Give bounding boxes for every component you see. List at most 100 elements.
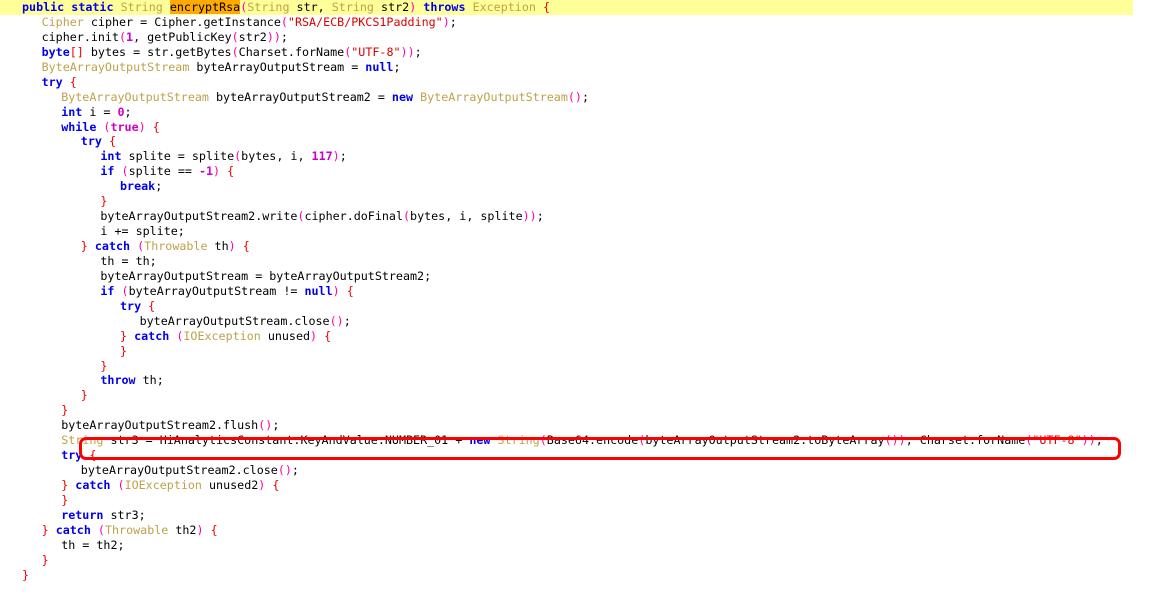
code-line[interactable]: throw th; [0, 373, 1155, 388]
code-line[interactable]: byteArrayOutputStream2.flush(); [0, 418, 1155, 433]
code-line[interactable]: byteArrayOutputStream2.close(); [0, 463, 1155, 478]
code-line[interactable]: ByteArrayOutputStream byteArrayOutputStr… [0, 90, 1155, 105]
code-line[interactable]: cipher.init(1, getPublicKey(str2)); [0, 30, 1155, 45]
code-token: ; [124, 104, 132, 119]
code-token: throws [423, 0, 466, 14]
code-line[interactable]: int i = 0; [0, 105, 1155, 120]
code-token: byteArrayOutputStream.close [139, 313, 330, 328]
code-token: "RSA/ECB/PKCS1Padding" [287, 14, 443, 29]
code-editor-view[interactable]: public static String encryptRsa(String s… [0, 0, 1155, 600]
code-line[interactable]: Cipher cipher = Cipher.getInstance("RSA/… [0, 15, 1155, 30]
code-token: ; [339, 149, 347, 164]
code-line[interactable]: try { [0, 134, 1155, 149]
code-token: ) [574, 89, 582, 104]
code-line[interactable]: try { [0, 448, 1155, 463]
code-token: ) [138, 119, 146, 134]
code-line[interactable]: byteArrayOutputStream = byteArrayOutputS… [0, 269, 1155, 284]
code-token: null [304, 283, 333, 298]
code-token: th = th2; [61, 537, 125, 552]
code-token: str3 = HiAnalyticsConstant.KeyAndValue.N… [103, 433, 470, 448]
code-line[interactable]: while (true) { [0, 120, 1155, 135]
code-token: str3; [103, 507, 146, 522]
code-token: ; [1095, 433, 1103, 448]
code-token: } [80, 239, 88, 253]
code-token: byteArrayOutputStream = [189, 59, 366, 74]
code-token: byteArrayOutputStream2 = [208, 89, 392, 104]
code-token: unused2 [201, 478, 259, 492]
code-token: IOException [183, 328, 261, 343]
code-line[interactable]: try { [0, 75, 1155, 90]
code-line[interactable]: break; [0, 179, 1155, 194]
code-token: } [120, 343, 128, 358]
code-line[interactable]: } [0, 344, 1155, 359]
code-line[interactable]: } [0, 359, 1155, 374]
code-line[interactable]: } [0, 388, 1155, 403]
code-token: ; [581, 89, 590, 104]
code-token: ( [231, 44, 239, 59]
code-token: ( [280, 14, 288, 29]
code-token: ; [343, 313, 351, 328]
code-line[interactable]: ByteArrayOutputStream byteArrayOutputStr… [0, 60, 1155, 75]
code-token: { [89, 448, 97, 463]
code-token: ) [529, 209, 537, 224]
code-line[interactable]: i += splite; [0, 224, 1155, 239]
code-token: ) [522, 209, 530, 224]
code-line[interactable]: } [0, 568, 1155, 583]
code-line[interactable]: } catch (IOException unused2) { [0, 478, 1155, 493]
code-token: cipher.doFinal [304, 209, 403, 224]
code-token: ) [266, 29, 274, 44]
code-line[interactable]: try { [0, 299, 1155, 314]
code-line[interactable]: th = th2; [0, 538, 1155, 553]
code-token: int [100, 149, 122, 164]
code-line[interactable]: public static String encryptRsa(String s… [0, 0, 1133, 15]
code-line[interactable]: String str3 = HiAnalyticsConstant.KeyAnd… [0, 433, 1155, 448]
code-token: catch [94, 239, 131, 253]
code-token: bytes = str.getBytes [83, 44, 232, 59]
code-token: ( [329, 313, 337, 328]
code-line[interactable]: } catch (Throwable th) { [0, 239, 1155, 254]
code-token: ; [536, 209, 544, 224]
code-token: } [61, 492, 69, 507]
code-token: catch [134, 328, 170, 343]
code-token: IOException [124, 478, 202, 492]
code-line[interactable]: if (byteArrayOutputStream != null) { [0, 284, 1155, 299]
code-line[interactable]: return str3; [0, 508, 1155, 523]
code-line[interactable]: } [0, 493, 1155, 508]
code-token: } [41, 522, 49, 537]
code-token: str [296, 0, 318, 14]
code-line[interactable]: if (splite == -1) { [0, 164, 1155, 179]
code-token: ( [884, 433, 892, 448]
code-token: try [41, 74, 63, 89]
code-token: throw [100, 373, 136, 388]
code-token: if [100, 164, 115, 179]
code-token: { [148, 298, 156, 313]
code-line[interactable]: byte[] bytes = str.getBytes(Charset.forN… [0, 45, 1155, 60]
code-token: break [120, 179, 156, 194]
code-line[interactable]: } [0, 194, 1155, 209]
code-line[interactable]: byteArrayOutputStream2.write (cipher.doFi… [0, 209, 1155, 224]
code-token: ; [449, 14, 457, 29]
code-line[interactable]: } catch (IOException unused) { [0, 329, 1155, 344]
code-token: ) [442, 14, 450, 29]
code-token: ( [121, 164, 129, 179]
code-token: str2 [381, 0, 410, 14]
code-token: ( [121, 283, 129, 298]
code-token: } [120, 328, 128, 343]
code-token: while [61, 119, 97, 134]
code-line[interactable]: int splite = splite(bytes, i, 117); [0, 149, 1155, 164]
code-line[interactable]: byteArrayOutputStream.close(); [0, 314, 1155, 329]
code-token: , [317, 0, 332, 14]
code-line[interactable]: } catch (Throwable th2) { [0, 523, 1155, 538]
code-token: ; [155, 179, 163, 194]
code-line[interactable]: } [0, 403, 1155, 418]
code-line[interactable]: th = th; [0, 254, 1155, 269]
code-line[interactable]: } [0, 553, 1155, 568]
